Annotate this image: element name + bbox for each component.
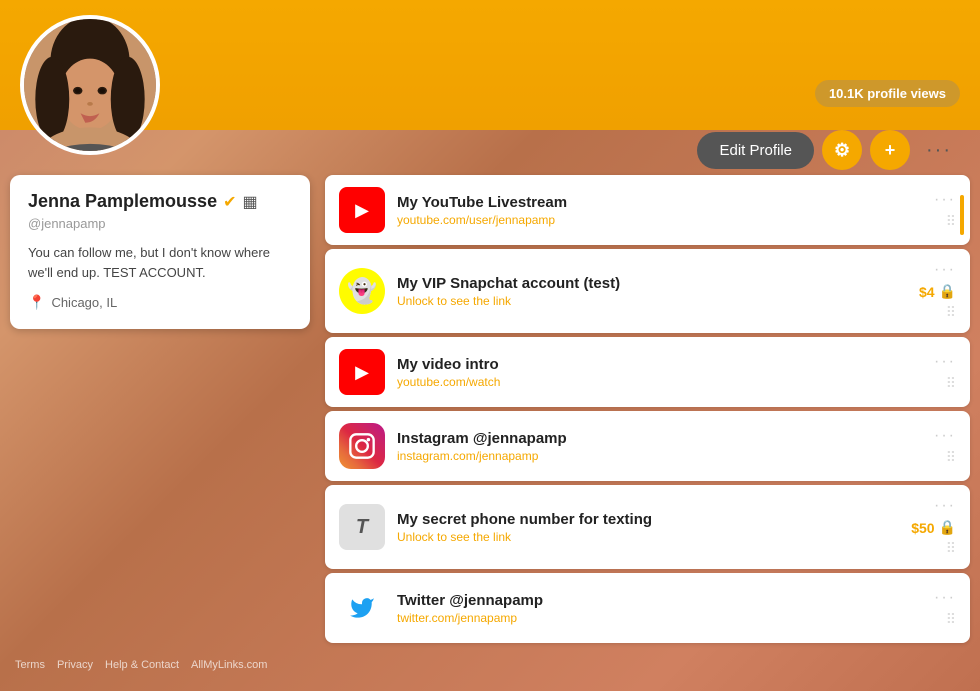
profile-location: 📍 Chicago, IL xyxy=(28,294,292,311)
footer-allmylinks[interactable]: AllMyLinks.com xyxy=(191,659,267,671)
link-content: My secret phone number for texting Unloc… xyxy=(397,511,899,544)
link-more-button[interactable]: ··· xyxy=(934,497,956,515)
snapchat-icon: 👻 xyxy=(339,268,385,314)
link-content: Instagram @jennapamp instagram.com/jenna… xyxy=(397,430,922,463)
verified-icon: ✔ xyxy=(223,192,236,212)
price-label: $50 xyxy=(911,520,934,536)
instagram-icon xyxy=(339,423,385,469)
profile-name-row: Jenna Pamplemousse ✔ ▦ xyxy=(28,191,292,212)
link-url: Unlock to see the link xyxy=(397,530,899,544)
qr-icon: ▦ xyxy=(243,192,258,212)
link-content: Twitter @jennapamp twitter.com/jennapamp xyxy=(397,592,922,625)
link-actions: ··· ⠿ xyxy=(934,191,956,230)
avatar xyxy=(20,15,160,155)
link-title: My YouTube Livestream xyxy=(397,194,922,211)
profile-card: Jenna Pamplemousse ✔ ▦ @jennapamp You ca… xyxy=(10,175,310,329)
footer-terms[interactable]: Terms xyxy=(15,659,45,671)
plus-icon: + xyxy=(885,140,896,161)
link-content: My YouTube Livestream youtube.com/user/j… xyxy=(397,194,922,227)
link-card-snapchat[interactable]: 👻 My VIP Snapchat account (test) Unlock … xyxy=(325,249,970,333)
add-button[interactable]: + xyxy=(870,130,910,170)
link-url: twitter.com/jennapamp xyxy=(397,611,922,625)
link-actions: ··· $4 🔒 ⠿ xyxy=(919,261,956,321)
link-url: Unlock to see the link xyxy=(397,294,907,308)
footer-links: Terms Privacy Help & Contact AllMyLinks.… xyxy=(15,659,267,671)
link-url: youtube.com/user/jennapamp xyxy=(397,213,922,227)
link-title: My VIP Snapchat account (test) xyxy=(397,275,907,292)
text-icon: T xyxy=(339,504,385,550)
price-label: $4 xyxy=(919,284,935,300)
profile-views-badge: 10.1K profile views xyxy=(815,80,960,107)
link-card-youtube-livestream[interactable]: My YouTube Livestream youtube.com/user/j… xyxy=(325,175,970,245)
link-more-button[interactable]: ··· xyxy=(934,261,956,279)
link-title: My secret phone number for texting xyxy=(397,511,899,528)
edit-profile-button[interactable]: Edit Profile xyxy=(697,132,814,169)
drag-handle-icon: ⠿ xyxy=(946,449,956,466)
location-pin-icon: 📍 xyxy=(28,294,45,311)
link-title: Twitter @jennapamp xyxy=(397,592,922,609)
ellipsis-icon: ··· xyxy=(926,139,952,161)
drag-handle-icon: ⠿ xyxy=(946,213,956,230)
drag-handle-icon: ⠿ xyxy=(946,540,956,557)
link-content: My VIP Snapchat account (test) Unlock to… xyxy=(397,275,907,308)
drag-handle-icon: ⠿ xyxy=(946,611,956,628)
youtube-icon xyxy=(339,187,385,233)
footer-privacy[interactable]: Privacy xyxy=(57,659,93,671)
gear-icon: ⚙ xyxy=(834,140,850,161)
price-lock: $50 🔒 xyxy=(911,519,956,536)
link-actions: ··· ⠿ xyxy=(934,589,956,628)
drag-handle-icon: ⠿ xyxy=(946,304,956,321)
link-more-button[interactable]: ··· xyxy=(934,191,956,209)
link-card-video-intro[interactable]: My video intro youtube.com/watch ··· ⠿ xyxy=(325,337,970,407)
lock-icon: 🔒 xyxy=(939,283,956,300)
scroll-indicator xyxy=(960,195,964,235)
link-card-twitter[interactable]: Twitter @jennapamp twitter.com/jennapamp… xyxy=(325,573,970,643)
link-actions: ··· ⠿ xyxy=(934,353,956,392)
profile-bio: You can follow me, but I don't know wher… xyxy=(28,243,292,282)
price-lock: $4 🔒 xyxy=(919,283,956,300)
link-more-button[interactable]: ··· xyxy=(934,427,956,445)
footer-help[interactable]: Help & Contact xyxy=(105,659,179,671)
link-actions: ··· ⠿ xyxy=(934,427,956,466)
lock-icon: 🔒 xyxy=(939,519,956,536)
profile-handle: @jennapamp xyxy=(28,216,292,231)
drag-handle-icon: ⠿ xyxy=(946,375,956,392)
links-panel: My YouTube Livestream youtube.com/user/j… xyxy=(325,175,970,643)
action-bar: Edit Profile ⚙ + ··· xyxy=(697,130,960,170)
link-title: My video intro xyxy=(397,356,922,373)
link-url: instagram.com/jennapamp xyxy=(397,449,922,463)
twitter-icon xyxy=(339,585,385,631)
link-url: youtube.com/watch xyxy=(397,375,922,389)
link-actions: ··· $50 🔒 ⠿ xyxy=(911,497,956,557)
settings-button[interactable]: ⚙ xyxy=(822,130,862,170)
link-content: My video intro youtube.com/watch xyxy=(397,356,922,389)
link-card-instagram[interactable]: Instagram @jennapamp instagram.com/jenna… xyxy=(325,411,970,481)
link-more-button[interactable]: ··· xyxy=(934,589,956,607)
more-button[interactable]: ··· xyxy=(918,135,960,166)
link-card-phone[interactable]: T My secret phone number for texting Unl… xyxy=(325,485,970,569)
link-title: Instagram @jennapamp xyxy=(397,430,922,447)
link-more-button[interactable]: ··· xyxy=(934,353,956,371)
youtube-icon xyxy=(339,349,385,395)
profile-name: Jenna Pamplemousse xyxy=(28,191,217,212)
